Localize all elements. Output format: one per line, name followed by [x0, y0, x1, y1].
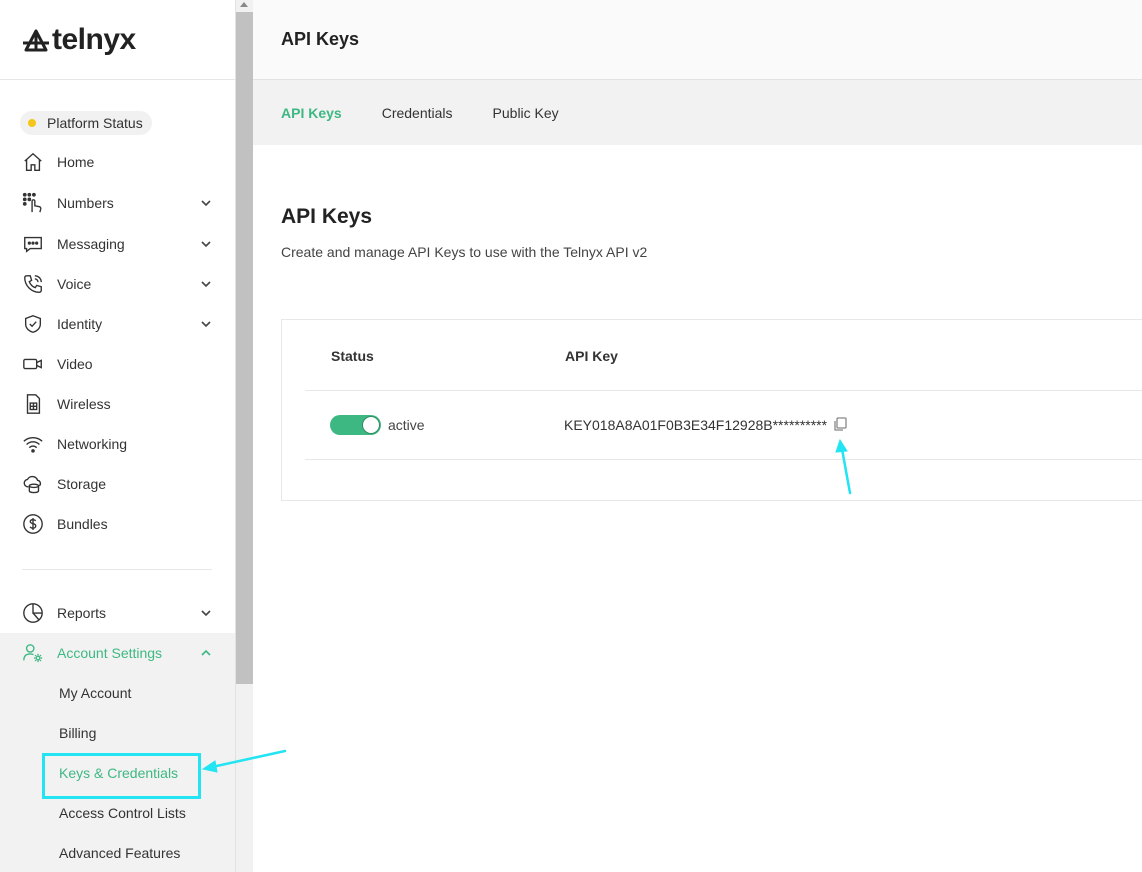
platform-status-badge[interactable]: Platform Status: [20, 111, 152, 135]
cloud-storage-icon: [22, 473, 44, 495]
submenu-item-my-account[interactable]: My Account: [59, 673, 131, 713]
sidebar-item-numbers[interactable]: Numbers: [0, 183, 235, 223]
annotation-highlight-box: [42, 753, 201, 799]
sidebar-item-label: Wireless: [57, 396, 111, 412]
row-divider: [305, 459, 1142, 460]
sidebar-item-label: Bundles: [57, 516, 108, 532]
page-body: API Keys Create and manage API Keys to u…: [253, 145, 1142, 872]
scrollbar-thumb[interactable]: [236, 12, 253, 684]
sidebar-item-label: Messaging: [57, 236, 125, 252]
sidebar-item-label: Account Settings: [57, 645, 163, 661]
column-header-status: Status: [331, 348, 374, 364]
sidebar-item-video[interactable]: Video: [0, 344, 235, 384]
numbers-icon: [22, 192, 44, 214]
status-text: active: [388, 417, 425, 433]
sidebar-divider: [22, 569, 212, 570]
shield-icon: [22, 313, 44, 335]
header-divider: [305, 390, 1142, 391]
sidebar-item-label: Identity: [57, 316, 103, 332]
sim-card-icon: [22, 393, 44, 415]
user-gear-icon: [22, 642, 44, 664]
sidebar-item-networking[interactable]: Networking: [0, 424, 235, 464]
sidebar-item-label: Networking: [57, 436, 128, 452]
logo-area: telnyx: [0, 0, 235, 80]
voice-icon: [22, 273, 44, 295]
sidebar-item-messaging[interactable]: Messaging: [0, 224, 235, 264]
sidebar-item-label: Home: [57, 154, 95, 170]
toggle-knob: [362, 416, 380, 434]
sidebar-item-label: Storage: [57, 476, 107, 492]
sidebar-item-label: Reports: [57, 605, 107, 621]
sidebar-item-reports[interactable]: Reports: [0, 593, 235, 633]
copy-icon[interactable]: [832, 416, 848, 432]
sidebar-item-label: Numbers: [57, 195, 114, 211]
api-keys-table: Status API Key active KEY018A8A01F0B3E34…: [281, 319, 1142, 501]
wifi-icon: [22, 433, 44, 455]
messaging-icon: [22, 233, 44, 255]
tab-api-keys[interactable]: API Keys: [281, 105, 342, 121]
status-toggle[interactable]: [330, 415, 381, 435]
header: API Keys: [253, 0, 1142, 80]
status-dot-icon: [28, 119, 36, 127]
telnyx-logo[interactable]: telnyx: [22, 23, 136, 57]
scroll-up-arrow-icon[interactable]: [240, 2, 248, 7]
chevron-down-icon: [199, 317, 213, 331]
sidebar-item-account-settings[interactable]: Account Settings: [0, 633, 235, 673]
sidebar-item-label: Voice: [57, 276, 92, 292]
video-icon: [22, 353, 44, 375]
sidebar-item-storage[interactable]: Storage: [0, 464, 235, 504]
submenu-item-billing[interactable]: Billing: [59, 713, 96, 753]
pie-chart-icon: [22, 602, 44, 624]
chevron-up-icon: [199, 646, 213, 660]
sidebar-scrollbar[interactable]: [235, 0, 253, 872]
tab-public-key[interactable]: Public Key: [493, 105, 559, 121]
brand-name: telnyx: [52, 22, 136, 56]
home-icon: [22, 151, 44, 173]
telnyx-logo-icon: [23, 29, 49, 51]
chevron-down-icon: [199, 196, 213, 210]
page-title: API Keys: [281, 205, 373, 228]
tab-bar: API Keys Credentials Public Key: [253, 80, 1142, 145]
sidebar-item-label: Video: [57, 356, 93, 372]
api-key-value: KEY018A8A01F0B3E34F12928B**********: [564, 417, 828, 433]
tab-credentials[interactable]: Credentials: [382, 105, 453, 121]
header-title: API Keys: [281, 29, 360, 49]
page-description: Create and manage API Keys to use with t…: [281, 244, 648, 260]
submenu-item-access-control-lists[interactable]: Access Control Lists: [59, 793, 186, 833]
platform-status-label: Platform Status: [47, 115, 143, 131]
sidebar-item-home[interactable]: Home: [0, 142, 235, 182]
chevron-down-icon: [199, 277, 213, 291]
column-header-api-key: API Key: [565, 348, 618, 364]
dollar-icon: [22, 513, 44, 535]
submenu-item-advanced-features[interactable]: Advanced Features: [59, 833, 180, 872]
sidebar-item-wireless[interactable]: Wireless: [0, 384, 235, 424]
main-content: API Keys API Keys Credentials Public Key…: [253, 0, 1142, 872]
sidebar-item-voice[interactable]: Voice: [0, 264, 235, 304]
chevron-down-icon: [199, 606, 213, 620]
sidebar: telnyx Platform Status Home Numbers Mess…: [0, 0, 235, 872]
sidebar-item-bundles[interactable]: Bundles: [0, 504, 235, 544]
sidebar-item-identity[interactable]: Identity: [0, 304, 235, 344]
chevron-down-icon: [199, 237, 213, 251]
